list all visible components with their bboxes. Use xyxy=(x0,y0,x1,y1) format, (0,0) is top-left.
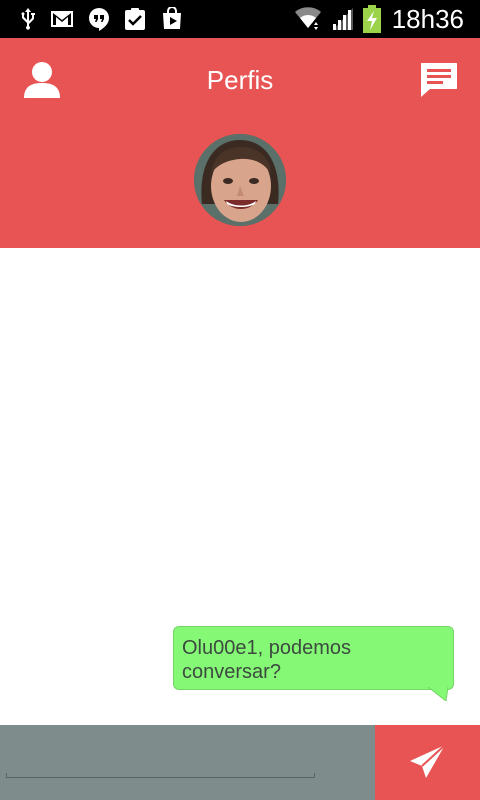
send-icon xyxy=(410,744,446,778)
header: Perfis xyxy=(0,38,480,248)
message-icon xyxy=(421,63,457,97)
message-input[interactable] xyxy=(0,725,375,800)
input-bar xyxy=(0,725,480,800)
page-title: Perfis xyxy=(206,65,274,95)
avatar[interactable] xyxy=(194,134,286,226)
clipboard-check-icon xyxy=(125,8,145,30)
wifi-icon xyxy=(295,7,321,30)
signal-icon xyxy=(333,8,353,30)
status-bar: 18h36 xyxy=(0,0,480,38)
messages-button[interactable] xyxy=(418,60,460,100)
usb-icon xyxy=(21,8,35,30)
status-time: 18h36 xyxy=(391,4,464,34)
hangouts-icon xyxy=(89,8,109,31)
message-bubble: Olu00e1, podemos conversar? xyxy=(173,626,454,690)
input-underline xyxy=(6,773,315,778)
chat-area[interactable]: Olu00e1, podemos conversar? xyxy=(0,248,480,725)
bubble-tail xyxy=(428,687,448,701)
play-store-icon xyxy=(163,7,181,29)
send-button[interactable] xyxy=(375,725,480,800)
profile-photo xyxy=(194,134,286,226)
battery-charging-icon xyxy=(363,5,381,33)
gmail-icon xyxy=(51,11,73,27)
message-text: Olu00e1, podemos conversar? xyxy=(182,637,352,683)
